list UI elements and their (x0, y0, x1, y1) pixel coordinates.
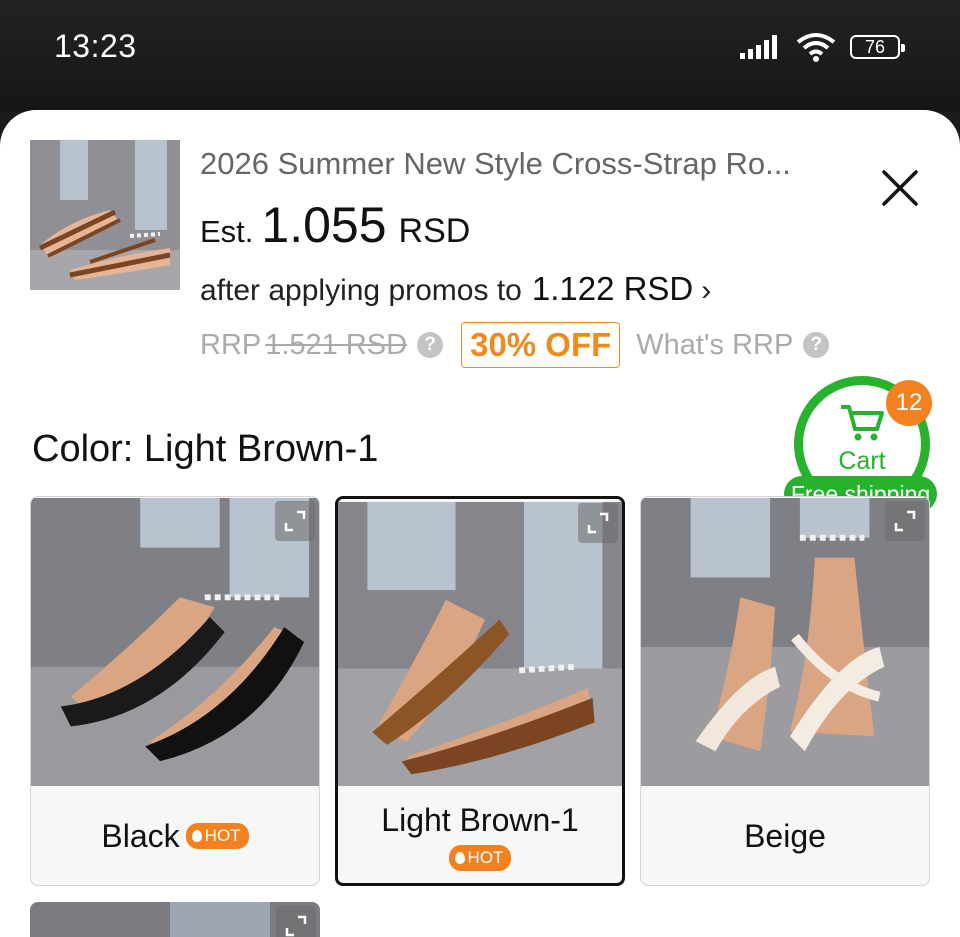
variant-name-text: Beige (744, 817, 826, 854)
price-value: 1.055 (261, 197, 387, 253)
whats-rrp-label: What's RRP (636, 328, 794, 361)
variant-image-beige (641, 498, 929, 786)
variant-label-area: Light Brown-1 HOT (338, 789, 622, 883)
rrp-row: RRP 1.521 RSD ? 30% OFF What's RRP ? (200, 322, 830, 368)
status-icons: 76 (740, 32, 905, 62)
flame-icon (191, 830, 202, 842)
help-icon: ? (803, 332, 830, 358)
variant-card-partial[interactable] (30, 902, 320, 937)
est-label: Est. (200, 214, 254, 249)
variant-name-text: Black (101, 817, 180, 854)
expand-icon[interactable] (275, 501, 315, 541)
variant-name-text: Light Brown-1 (381, 801, 579, 838)
variant-label-area: Black HOT (31, 787, 319, 885)
battery-icon: 76 (850, 35, 905, 59)
close-icon[interactable] (876, 164, 924, 212)
whats-rrp-link[interactable]: What's RRP ? (636, 328, 830, 362)
variant-card-beige[interactable]: Beige (640, 496, 930, 886)
variant-card-black[interactable]: Black HOT (30, 496, 320, 886)
cart-count-badge: 12 (886, 380, 932, 426)
hot-label: HOT (467, 847, 504, 867)
cart-icon (841, 405, 884, 441)
promo-text: after applying promos to (200, 274, 522, 307)
rrp-label: RRP (200, 328, 262, 361)
status-time: 13:23 (54, 28, 137, 64)
variant-image-black (31, 498, 319, 786)
discount-badge: 30% OFF (461, 322, 621, 368)
expand-icon[interactable] (578, 503, 618, 543)
hot-badge: HOT (448, 844, 512, 871)
promo-link[interactable]: after applying promos to 1.122 RSD › (200, 270, 711, 308)
rrp-price: 1.521 RSD (265, 328, 408, 361)
status-bar: 13:23 76 (0, 0, 960, 112)
hot-badge: HOT (185, 823, 249, 849)
variant-sheet: 2026 Summer New Style Cross-Strap Ro... … (0, 110, 960, 937)
color-label: Color: Light Brown-1 (32, 428, 379, 470)
wifi-icon (796, 33, 836, 62)
expand-icon[interactable] (885, 501, 925, 541)
variant-card-light-brown-1[interactable]: Light Brown-1 HOT (335, 496, 625, 886)
product-thumbnail (30, 140, 180, 290)
signal-icon (740, 35, 777, 59)
product-title: 2026 Summer New Style Cross-Strap Ro... (200, 146, 791, 181)
price-row: Est. 1.055 RSD (200, 196, 470, 254)
promo-price: 1.122 RSD (531, 270, 694, 307)
chevron-right-icon: › (701, 274, 712, 307)
help-icon[interactable]: ? (417, 332, 444, 358)
variant-name: Black HOT (101, 817, 249, 855)
cart-label: Cart (838, 447, 886, 475)
price-currency: RSD (398, 212, 471, 250)
hot-label: HOT (204, 826, 241, 845)
variant-label-area: Beige (641, 787, 929, 885)
expand-icon[interactable] (276, 906, 316, 937)
flame-icon (454, 851, 465, 864)
